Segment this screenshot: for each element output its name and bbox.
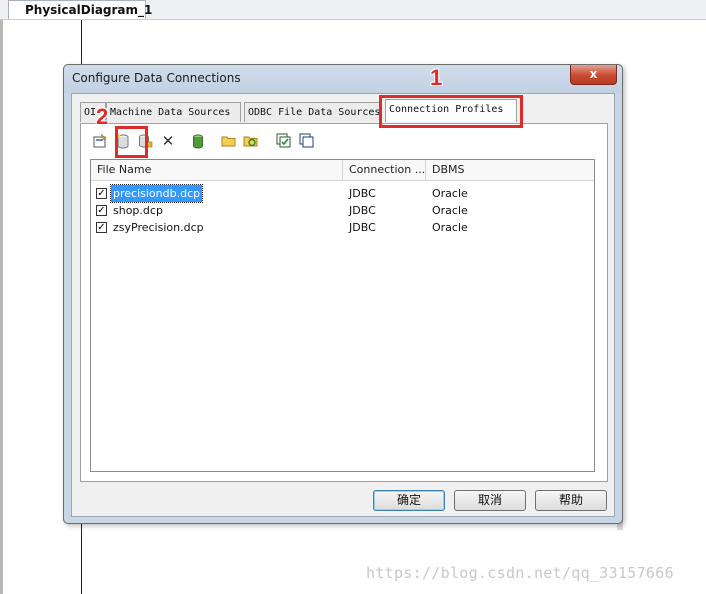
list-header: File Name Connection ... DBMS [91, 160, 594, 181]
file-name: shop.dcp [113, 204, 163, 217]
column-header-dbms[interactable]: DBMS [426, 160, 594, 180]
dbms: Oracle [432, 187, 468, 200]
tab-connection-profiles[interactable]: Connection Profiles [385, 99, 517, 122]
close-icon: x [589, 67, 598, 81]
connection-type: JDBC [349, 221, 376, 234]
list-item[interactable]: ✓ precisiondb.dcp JDBC Oracle [91, 184, 594, 203]
properties-icon [93, 133, 107, 148]
list-item[interactable]: ✓ zsyPrecision.dcp JDBC Oracle [91, 219, 594, 236]
connection-type: JDBC [349, 187, 376, 200]
document-tab-bar: PhysicalDiagram_1 [0, 0, 706, 20]
open-folder-icon [221, 136, 236, 147]
dialog-client-area: OI Machine Data Sources ODBC File Data S… [71, 93, 615, 517]
row-checkbox[interactable]: ✓ [96, 188, 107, 199]
row-checkbox[interactable]: ✓ [96, 205, 107, 216]
refresh-icon [243, 136, 258, 147]
dialog-title: Configure Data Connections [72, 71, 241, 85]
ok-button[interactable]: 确定 [373, 490, 445, 511]
tab-label-partial: OI [84, 107, 97, 118]
test-connection-button[interactable] [189, 132, 207, 150]
uncheck-all-button[interactable] [298, 132, 316, 150]
connection-type: JDBC [349, 204, 376, 217]
test-connection-icon [193, 134, 203, 149]
delete-icon: ✕ [161, 132, 175, 150]
cancel-button[interactable]: 取消 [454, 490, 526, 511]
refresh-button[interactable] [242, 132, 260, 150]
tab-label: Machine Data Sources [110, 107, 231, 118]
help-button[interactable]: 帮助 [535, 490, 607, 511]
dialog-title-bar[interactable]: Configure Data Connections x [64, 65, 622, 93]
tab-label: Connection Profiles [389, 104, 504, 115]
delete-button[interactable]: ✕ [159, 132, 177, 150]
column-header-file-name[interactable]: File Name [91, 160, 343, 180]
uncheck-all-icon [299, 133, 314, 148]
connection-profiles-list[interactable]: File Name Connection ... DBMS ✓ precisio… [90, 159, 595, 472]
tab-label: ODBC File Data Sources [248, 107, 381, 118]
annotation-number-1: 1 [430, 65, 443, 90]
check-all-button[interactable] [275, 132, 293, 150]
annotation-number-2: 2 [96, 104, 109, 129]
column-header-connection[interactable]: Connection ... [343, 160, 426, 180]
tab-odbc-file-data-sources[interactable]: ODBC File Data Sources [244, 102, 382, 122]
document-tab-physical-diagram[interactable]: PhysicalDiagram_1 [8, 0, 152, 19]
close-button[interactable]: x [570, 65, 617, 85]
dbms: Oracle [432, 221, 468, 234]
list-item[interactable]: ✓ shop.dcp JDBC Oracle [91, 202, 594, 219]
canvas-left-strip [0, 20, 3, 594]
row-checkbox[interactable]: ✓ [96, 222, 107, 233]
file-name: precisiondb.dcp [109, 184, 204, 203]
dbms: Oracle [432, 204, 468, 217]
properties-button[interactable] [91, 132, 109, 150]
tab-machine-data-sources[interactable]: Machine Data Sources [106, 102, 241, 122]
annotation-box-new-profile [115, 126, 148, 158]
file-name: zsyPrecision.dcp [113, 221, 204, 234]
check-all-icon [276, 133, 291, 148]
watermark-text: https://blog.csdn.net/qq_33157666 [366, 564, 674, 582]
open-folder-button[interactable] [220, 132, 238, 150]
